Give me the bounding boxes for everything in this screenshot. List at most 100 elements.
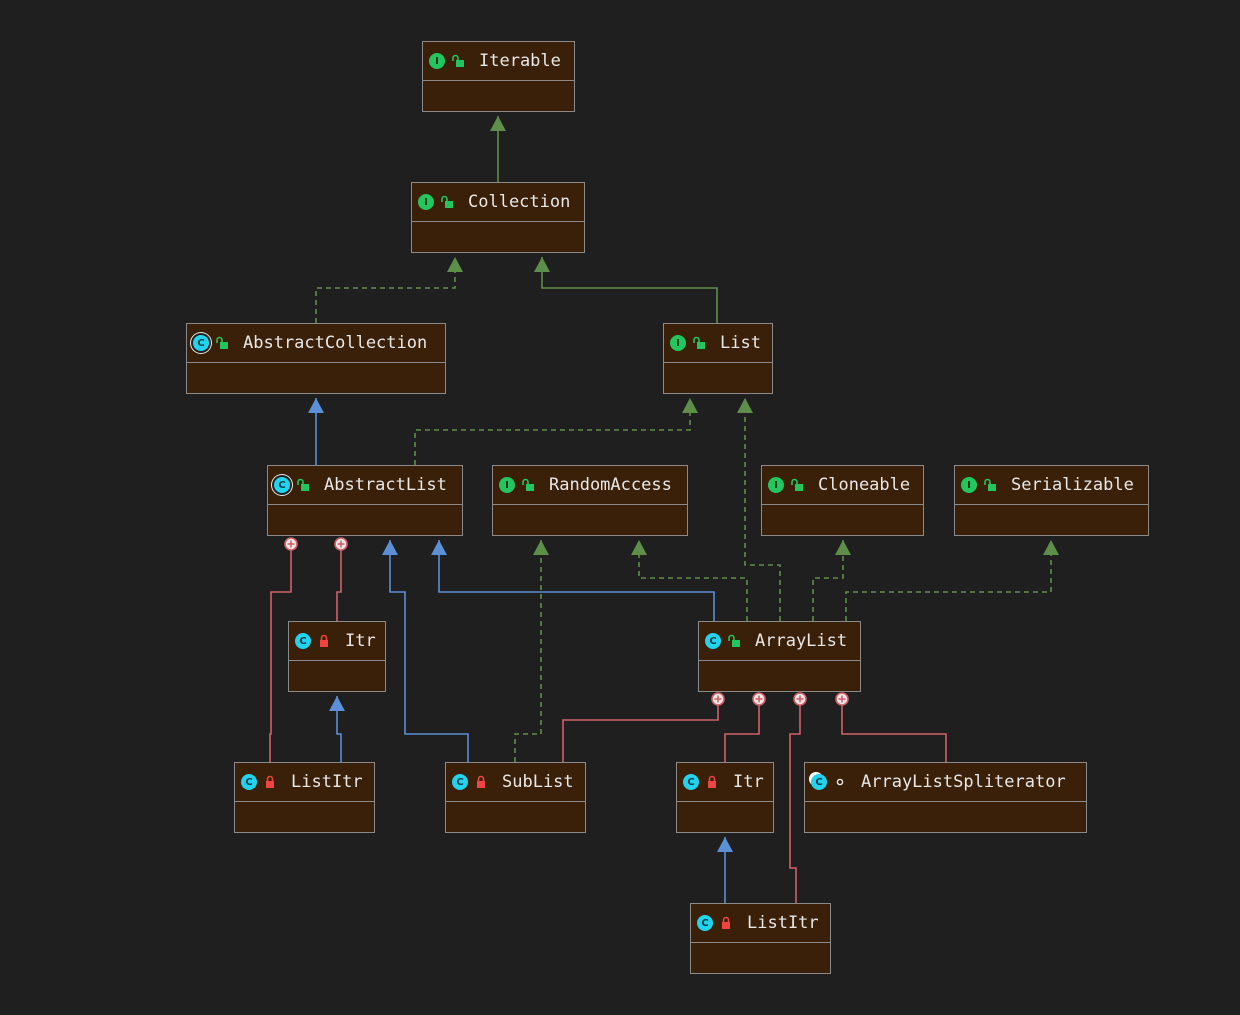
implements-edge-abstract-list-to-list [414,398,698,465]
public-unlocked-icon [297,478,309,491]
arrowhead-icon [329,696,345,711]
class-node-header: C ListItr [691,904,830,943]
public-unlocked-icon [522,478,534,491]
interface-icon: I [418,194,434,210]
class-extends-edge-listitr-b-to-itr-b [717,837,733,903]
interface-icon: I [499,477,515,493]
private-lock-icon [722,916,730,929]
class-node-itr-a[interactable]: C Itr [288,621,386,692]
class-node-listitr-a[interactable]: C ListItr [234,762,375,833]
arrowhead-icon [631,540,647,555]
class-name: AbstractCollection [243,333,428,353]
inner-class-edge-abstract-list-to-itr-a [334,537,348,621]
interface-icon: I [768,477,784,493]
class-node-header: C AbstractList [268,466,462,505]
class-node-header: I Serializable [955,466,1148,505]
interface-icon: I [670,335,686,351]
class-icon: C [241,774,257,790]
arrowhead-icon [1043,540,1059,555]
extends-edge-collection-to-iterable [490,116,506,182]
class-icon: C [452,774,468,790]
class-extends-edge-sublist-to-abstract-list [382,540,469,762]
class-node-header: C ListItr [235,763,374,802]
implements-edge-abstract-collection-to-collection [315,257,463,323]
implements-edge-arraylist-to-serializable [845,540,1059,621]
public-unlocked-icon [441,195,453,208]
class-node-random-access[interactable]: I RandomAccess [492,465,688,536]
class-node-list[interactable]: I List [663,323,773,394]
abstract-class-icon: C [274,477,290,493]
class-extends-edge-abstract-list-to-abstract-collection [308,398,324,465]
public-unlocked-icon [984,478,996,491]
class-extends-edge-listitr-a-to-itr-a [329,696,345,762]
abstract-class-icon: C [193,335,209,351]
class-node-header: I Iterable [423,42,574,81]
arrowhead-icon [490,116,506,131]
class-node-collection[interactable]: I Collection [411,182,585,253]
class-name: List [720,333,761,353]
inner-class-edge-arraylist-to-spliterator [835,692,947,762]
inner-class-edge-arraylist-to-itr-b [724,692,766,762]
class-name: ListItr [291,772,363,792]
class-name: Cloneable [818,475,911,495]
class-node-abstract-list[interactable]: C AbstractList [267,465,463,536]
public-unlocked-icon [728,634,740,647]
arrowhead-icon [431,540,447,555]
arrowhead-icon [534,257,550,272]
public-unlocked-icon [791,478,803,491]
class-node-header: C SubList [446,763,585,802]
class-name: Serializable [1011,475,1134,495]
public-unlocked-icon [452,54,464,67]
interface-icon: I [429,53,445,69]
class-node-header: C ArrayListSpliterator [805,763,1086,802]
class-name: Collection [468,192,571,212]
public-unlocked-icon [693,336,705,349]
arrowhead-icon [835,540,851,555]
class-name: ListItr [747,913,819,933]
class-name: AbstractList [324,475,447,495]
class-node-header: C AbstractCollection [187,324,445,363]
arrowhead-icon [447,257,463,272]
class-node-header: I Collection [412,183,584,222]
class-node-header: C Itr [677,763,773,802]
class-node-iterable[interactable]: I Iterable [422,41,575,112]
class-extends-edge-arraylist-to-abstract-list [431,540,715,621]
class-name: Iterable [479,51,561,71]
implements-edge-arraylist-to-random-access [631,540,748,621]
inner-class-edge-arraylist-to-sublist [562,692,725,762]
class-name: RandomAccess [549,475,672,495]
class-name: Itr [345,631,376,651]
arrowhead-icon [533,540,549,555]
class-node-cloneable[interactable]: I Cloneable [761,465,924,536]
class-node-itr-b[interactable]: C Itr [676,762,774,833]
class-name: ArrayListSpliterator [861,772,1066,792]
private-lock-icon [266,775,274,788]
class-node-header: C ArrayList [699,622,860,661]
class-name: ArrayList [755,631,848,651]
class-icon: C [295,633,311,649]
arrowhead-icon [308,398,324,413]
class-icon: C [683,774,699,790]
uml-class-diagram: I Iterable I Collection C AbstractCollection I… [0,0,1240,1015]
arrowhead-icon [382,540,398,555]
class-icon: C [705,633,721,649]
class-node-abstract-collection[interactable]: C AbstractCollection [186,323,446,394]
class-node-spliterator[interactable]: C ArrayListSpliterator [804,762,1087,833]
class-node-listitr-b[interactable]: C ListItr [690,903,831,974]
implements-edge-sublist-to-random-access [514,540,549,762]
public-unlocked-icon [216,336,228,349]
package-private-icon [836,778,844,786]
interface-icon: I [961,477,977,493]
arrowhead-icon [717,837,733,852]
static-class-icon: C [811,774,827,790]
class-node-sublist[interactable]: C SubList [445,762,586,833]
private-lock-icon [320,634,328,647]
class-node-serializable[interactable]: I Serializable [954,465,1149,536]
class-node-header: C Itr [289,622,385,661]
arrowhead-icon [737,398,753,413]
class-node-arraylist[interactable]: C ArrayList [698,621,861,692]
class-node-header: I RandomAccess [493,466,687,505]
extends-edge-list-to-collection [534,257,718,323]
class-name: SubList [502,772,574,792]
class-name: Itr [733,772,764,792]
